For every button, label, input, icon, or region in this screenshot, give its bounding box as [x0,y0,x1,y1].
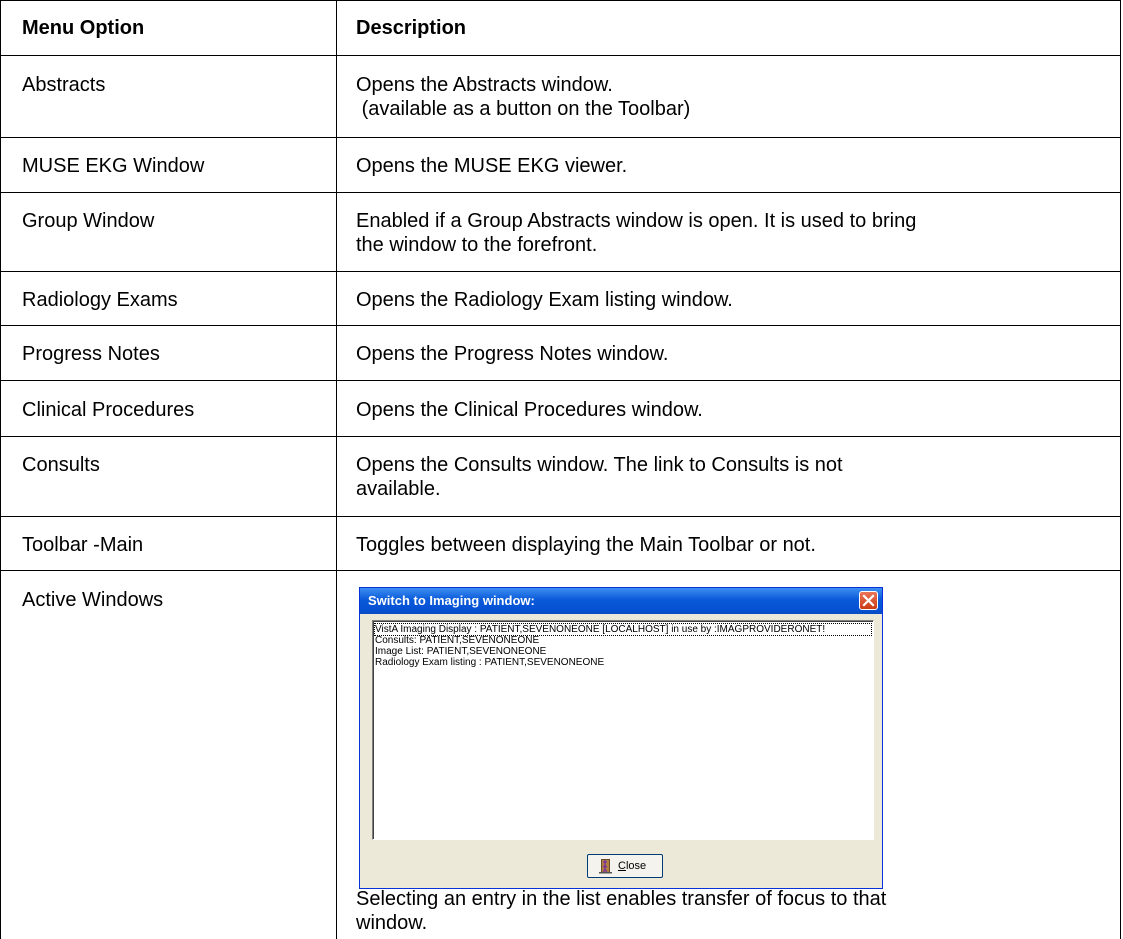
list-item[interactable]: Image List: PATIENT,SEVENONEONE [375,646,871,657]
row-option: Abstracts [22,74,106,96]
table-row-divider [0,436,1121,437]
row-description: Toggles between displaying the Main Tool… [356,534,816,556]
table-border-right [1120,0,1121,939]
dialog-close-x-button[interactable] [859,591,878,610]
table-column-divider [336,0,337,939]
row-option: MUSE EKG Window [22,155,205,177]
dialog-title: Switch to Imaging window: [368,593,535,608]
table-row-divider [0,380,1121,381]
row-description: Opens the Radiology Exam listing window. [356,289,733,311]
row-option: Progress Notes [22,343,160,365]
table-row-divider [0,55,1121,56]
header-menu-option: Menu Option [22,17,145,39]
row-description: Enabled if a Group Abstracts window is o… [356,210,917,256]
row-description: Selecting an entry in the list enables t… [356,888,887,934]
table-row-divider [0,137,1121,138]
dialog-titlebar[interactable]: Switch to Imaging window: [360,588,882,614]
row-option: Group Window [22,210,155,232]
table-row-divider [0,516,1121,517]
row-description: Opens the Abstracts window. (available a… [356,74,691,120]
list-item[interactable]: VistA Imaging Display : PATIENT,SEVENONE… [374,623,872,636]
row-option: Radiology Exams [22,289,178,311]
door-exit-icon [599,859,612,874]
row-description: Opens the MUSE EKG viewer. [356,155,628,177]
row-option: Clinical Procedures [22,399,195,421]
row-option: Consults [22,454,100,476]
switch-window-dialog: Switch to Imaging window: VistA Imaging … [359,587,883,889]
header-description: Description [356,17,467,39]
table-row-divider [0,271,1121,272]
close-button[interactable]: Close [587,854,663,878]
row-description: Opens the Consults window. The link to C… [356,454,843,500]
close-icon [862,594,875,607]
close-button-label: Close [618,860,647,872]
row-description: Opens the Progress Notes window. [356,343,669,365]
row-option: Toolbar -Main [22,534,144,556]
active-windows-list[interactable]: VistA Imaging Display : PATIENT,SEVENONE… [372,620,874,840]
table-row-divider [0,570,1121,571]
table-row-divider [0,192,1121,193]
row-option: Active Windows [22,589,164,611]
list-item[interactable]: Radiology Exam listing : PATIENT,SEVENON… [375,657,871,668]
row-description: Opens the Clinical Procedures window. [356,399,703,421]
table-border-top [0,0,1121,1]
table-row-divider [0,325,1121,326]
list-item[interactable]: Consults: PATIENT,SEVENONEONE [375,635,871,646]
table-border-left [0,0,1,939]
